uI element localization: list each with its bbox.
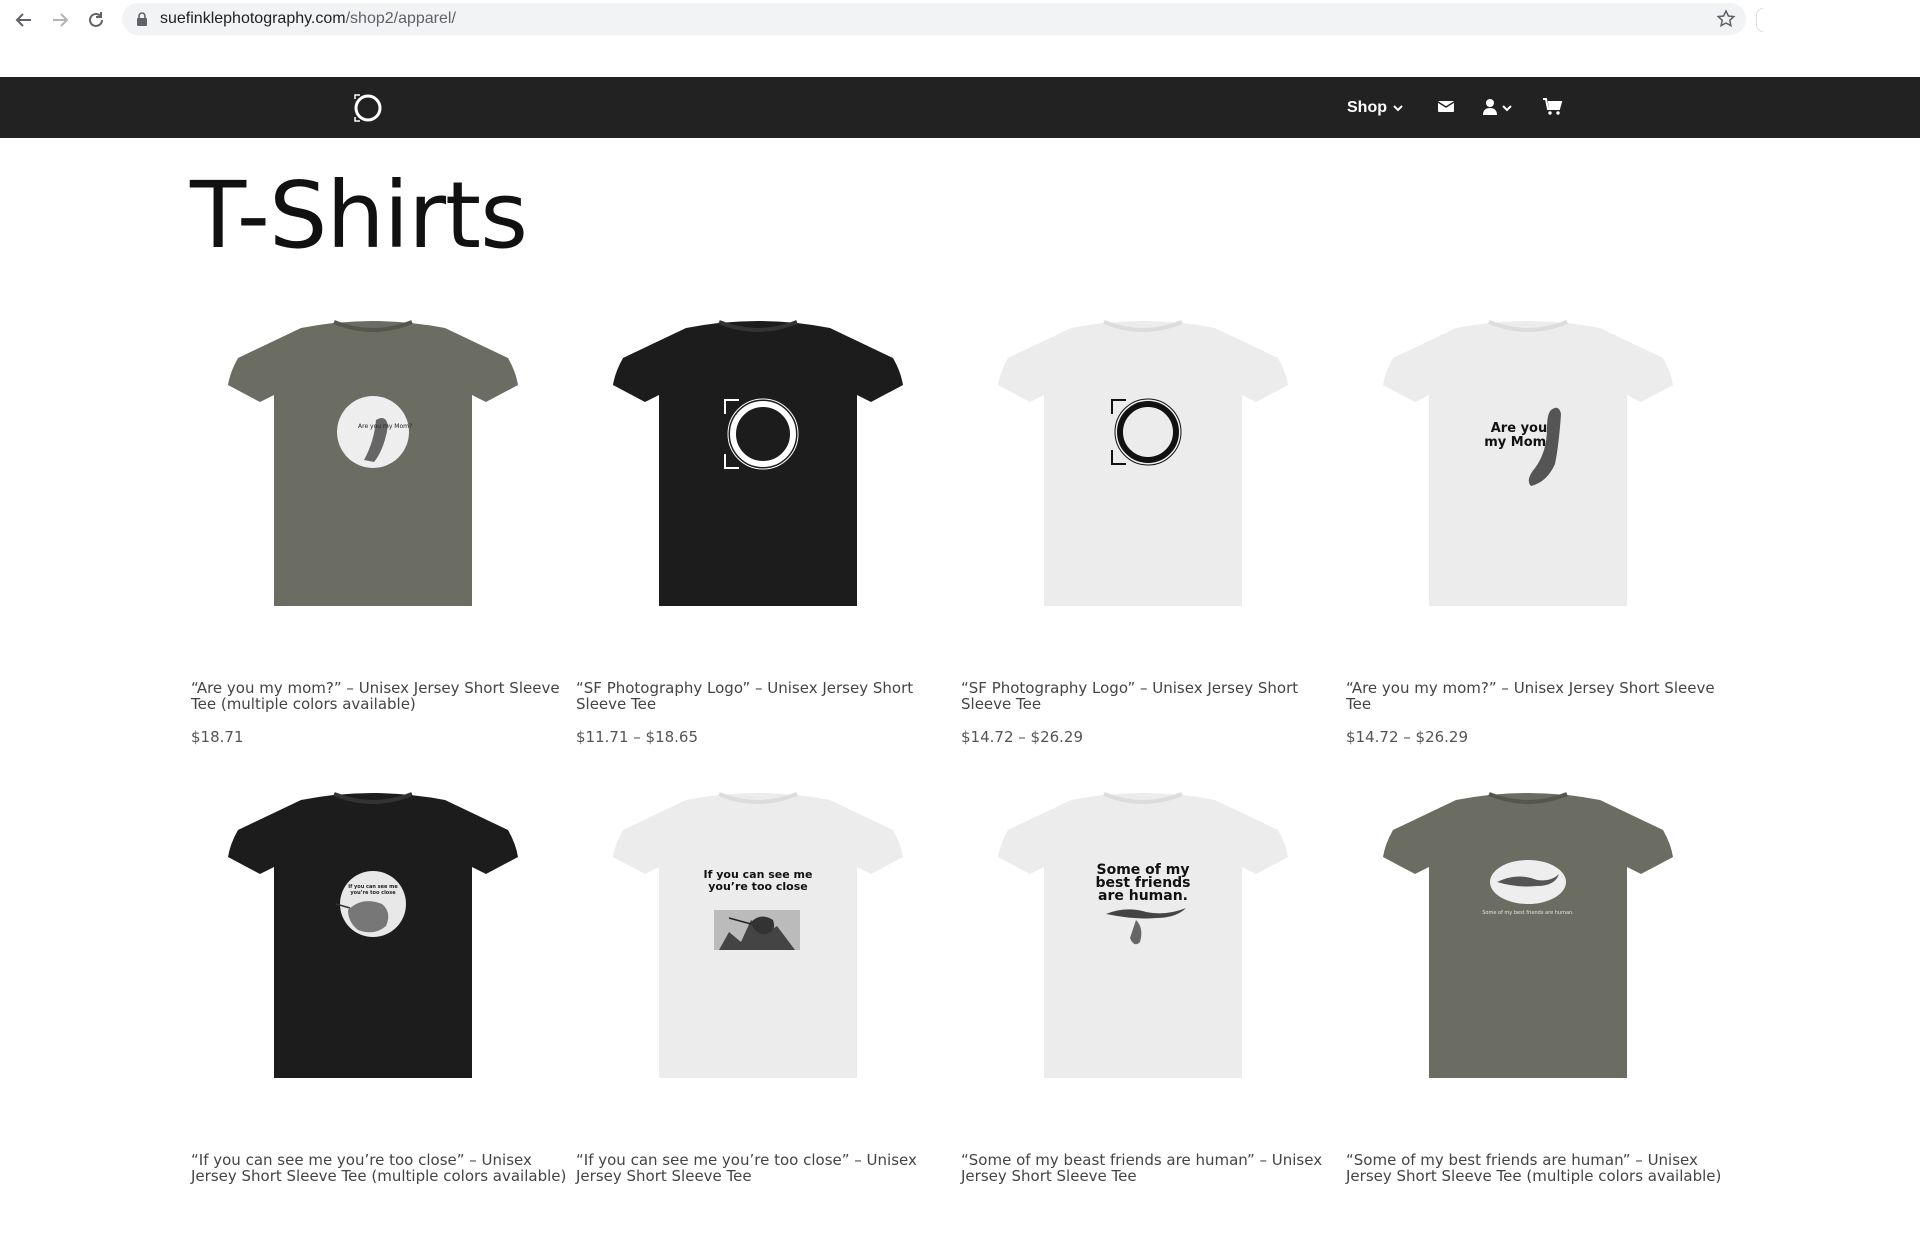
product-image[interactable]: Some of my best friends are human.: [1371, 782, 1685, 1082]
reload-icon[interactable]: [82, 6, 110, 34]
print-text-line: Are you: [1491, 421, 1547, 436]
product-name[interactable]: “Are you my mom?” – Unisex Jersey Short …: [191, 680, 571, 712]
product-price: $11.71 – $18.65: [576, 728, 699, 746]
product-image[interactable]: Are you my Mom?: [1371, 310, 1685, 610]
product-price: $14.72 – $26.29: [961, 728, 1084, 746]
svg-text:you’re too close: you’re too close: [350, 890, 396, 896]
print-text-line: you’re too close: [708, 880, 808, 893]
url-domain: suefinklephotography.com: [160, 10, 346, 27]
lock-icon: [136, 12, 148, 31]
product-name[interactable]: “Are you my mom?” – Unisex Jersey Short …: [1346, 680, 1726, 712]
product-price: $14.72 – $26.29: [1346, 728, 1469, 746]
cart-icon[interactable]: [1543, 98, 1563, 121]
product-card[interactable]: Are you my Mom? “Are you my mom?” – Unis…: [1345, 310, 1730, 782]
forward-icon[interactable]: [46, 6, 74, 34]
product-image[interactable]: If you can see me you’re too close: [216, 782, 530, 1082]
chevron-down-icon: [1393, 99, 1403, 117]
address-bar[interactable]: suefinklephotography.com/shop2/apparel/: [122, 3, 1746, 35]
product-grid: Are you my Mom? “Are you my mom?” – Unis…: [190, 310, 1721, 1254]
account-menu[interactable]: [1482, 98, 1514, 121]
site-header: Shop: [0, 77, 1920, 138]
product-name[interactable]: “SF Photography Logo” – Unisex Jersey Sh…: [961, 680, 1341, 712]
product-name[interactable]: “If you can see me you’re too close” – U…: [191, 1152, 571, 1184]
site-logo[interactable]: [350, 91, 384, 125]
url-path: /shop2/apparel/: [345, 10, 456, 27]
mail-icon[interactable]: [1437, 98, 1455, 119]
product-card[interactable]: “SF Photography Logo” – Unisex Jersey Sh…: [960, 310, 1345, 782]
back-icon[interactable]: [10, 6, 38, 34]
svg-text:Some of my best friends are hu: Some of my best friends are human.: [1482, 910, 1574, 916]
browser-toolbar: suefinklephotography.com/shop2/apparel/: [0, 0, 1920, 40]
print-text-line: my Mom?: [1484, 435, 1554, 450]
product-name[interactable]: “If you can see me you’re too close” – U…: [576, 1152, 956, 1184]
page-title: T-Shirts: [190, 162, 528, 269]
shop-menu[interactable]: Shop: [1347, 77, 1403, 138]
product-name[interactable]: “Some of my best friends are human” – Un…: [1346, 1152, 1726, 1184]
product-card[interactable]: Are you my Mom? “Are you my mom?” – Unis…: [190, 310, 575, 782]
product-card[interactable]: Some of my best friends are human. “Some…: [960, 782, 1345, 1254]
svg-text:Are you my Mom?: Are you my Mom?: [358, 423, 412, 430]
product-name[interactable]: “Some of my beast friends are human” – U…: [961, 1152, 1341, 1184]
product-image[interactable]: Some of my best friends are human.: [986, 782, 1300, 1082]
product-image[interactable]: [986, 310, 1300, 610]
product-name[interactable]: “SF Photography Logo” – Unisex Jersey Sh…: [576, 680, 956, 712]
product-card[interactable]: “SF Photography Logo” – Unisex Jersey Sh…: [575, 310, 960, 782]
product-card[interactable]: If you can see me you’re too close “If y…: [575, 782, 960, 1254]
shop-menu-label: Shop: [1347, 98, 1387, 116]
print-text-line: are human.: [1098, 888, 1188, 904]
product-image[interactable]: If you can see me you’re too close: [601, 782, 915, 1082]
product-image[interactable]: Are you my Mom?: [216, 310, 530, 610]
bookmark-star-icon[interactable]: [1716, 9, 1736, 34]
product-card[interactable]: If you can see me you’re too close “If y…: [190, 782, 575, 1254]
product-price: $18.71: [191, 728, 244, 746]
extension-icon[interactable]: [1756, 8, 1763, 32]
url-text: suefinklephotography.com/shop2/apparel/: [160, 10, 456, 28]
product-image[interactable]: [601, 310, 915, 610]
product-card[interactable]: Some of my best friends are human. “Some…: [1345, 782, 1730, 1254]
